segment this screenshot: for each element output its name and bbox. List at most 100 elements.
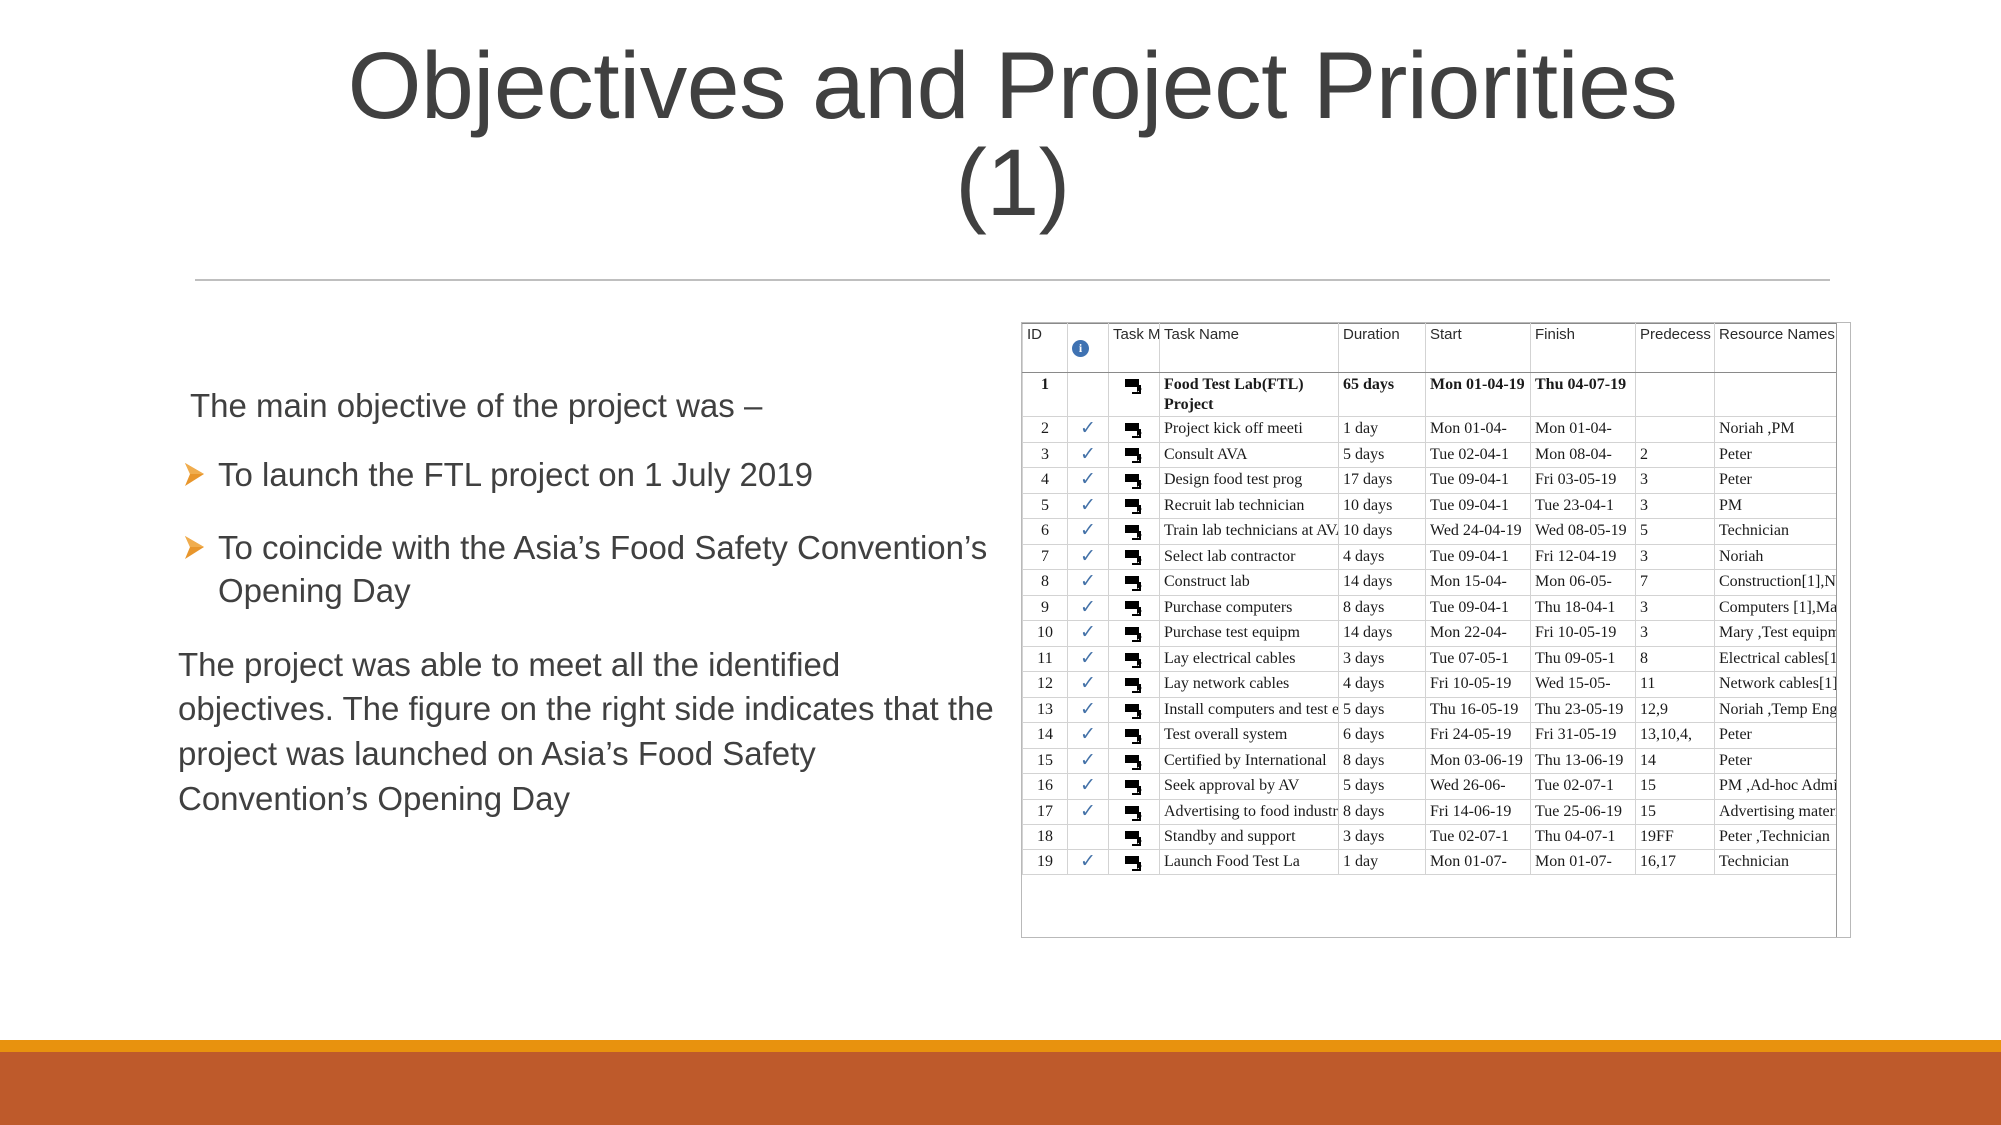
cell-indicator[interactable] (1067, 824, 1109, 850)
table-row[interactable]: 8 ✓ Construct lab 14 days Mon 15-04- Mon 06-0… (1022, 569, 1850, 596)
cell-task-mode[interactable] (1108, 543, 1160, 571)
cell-task-mode[interactable] (1108, 569, 1160, 596)
cell-task-mode[interactable] (1108, 371, 1160, 418)
table-row[interactable]: 18 Standby and support 3 days Tue 02-07-1 Th… (1022, 824, 1850, 850)
cell-start: Mon 01-04- (1425, 416, 1531, 443)
auto-schedule-icon (1124, 855, 1144, 871)
cell-duration: 17 days (1338, 467, 1426, 494)
column-header-duration[interactable]: Duration (1338, 323, 1426, 373)
cell-id: 12 (1022, 671, 1068, 698)
cell-indicator[interactable]: ✓ (1067, 492, 1109, 520)
title-divider (195, 279, 1830, 281)
cell-resource-names: Network cables[1],Nor (1714, 671, 1850, 698)
cell-indicator[interactable]: ✓ (1067, 848, 1109, 876)
table-row[interactable]: 15 ✓ Certified by International 8 days Mon 0… (1022, 747, 1850, 775)
column-header-task-mode[interactable]: Task Mode (1108, 323, 1160, 373)
cell-task-mode[interactable] (1108, 441, 1160, 469)
bullet-item-2: To coincide with the Asia’s Food Safety … (178, 527, 998, 613)
cell-indicator[interactable]: ✓ (1067, 518, 1109, 545)
cell-indicator[interactable]: ✓ (1067, 467, 1109, 494)
cell-task-name: Standby and support (1159, 824, 1339, 850)
cell-start: Mon 22-04- (1425, 620, 1531, 647)
cell-resource-names: Peter (1714, 722, 1850, 749)
cell-task-mode[interactable] (1108, 773, 1160, 800)
cell-start: Tue 09-04-1 (1425, 543, 1531, 571)
table-row[interactable]: 19 ✓ Launch Food Test La 1 day Mon 01-07- Mon… (1022, 848, 1850, 876)
table-row[interactable]: 4 ✓ Design food test prog 17 days Tue 09-04-… (1022, 467, 1850, 494)
table-row[interactable]: 10 ✓ Purchase test equipm 14 days Mon 22-04-… (1022, 620, 1850, 647)
table-row[interactable]: 14 ✓ Test overall system 6 days Fri 24-05-19… (1022, 722, 1850, 749)
cell-task-mode[interactable] (1108, 518, 1160, 545)
table-row[interactable]: 2 ✓ Project kick off meeti 1 day Mon 01-04- M… (1022, 416, 1850, 443)
footer-accent-band (0, 1040, 2001, 1052)
cell-indicator[interactable]: ✓ (1067, 441, 1109, 469)
check-icon: ✓ (1080, 544, 1096, 567)
cell-indicator[interactable]: ✓ (1067, 671, 1109, 698)
cell-task-mode[interactable] (1108, 467, 1160, 494)
cell-task-mode[interactable] (1108, 620, 1160, 647)
cell-indicator[interactable]: ✓ (1067, 620, 1109, 647)
cell-indicator[interactable]: ✓ (1067, 416, 1109, 443)
cell-indicator[interactable]: ✓ (1067, 569, 1109, 596)
cell-task-mode[interactable] (1108, 671, 1160, 698)
table-row[interactable]: 16 ✓ Seek approval by AV 5 days Wed 26-06- Tu… (1022, 773, 1850, 800)
cell-task-mode[interactable] (1108, 416, 1160, 443)
cell-start: Fri 24-05-19 (1425, 722, 1531, 749)
cell-duration: 14 days (1338, 569, 1426, 596)
cell-task-name: Project kick off meeti (1159, 416, 1339, 443)
table-row[interactable]: 12 ✓ Lay network cables 4 days Fri 10-05-19 W… (1022, 671, 1850, 698)
table-row[interactable]: 6 ✓ Train lab technicians at AVA 10 days Wed… (1022, 518, 1850, 545)
column-header-task-name[interactable]: Task Name (1159, 323, 1339, 373)
cell-indicator[interactable]: ✓ (1067, 773, 1109, 800)
cell-task-mode[interactable] (1108, 645, 1160, 673)
cell-task-mode[interactable] (1108, 594, 1160, 622)
cell-resource-names: Peter (1714, 467, 1850, 494)
cell-task-name: Lay electrical cables (1159, 645, 1339, 673)
table-row[interactable]: 11 ✓ Lay electrical cables 3 days Tue 07-05-… (1022, 645, 1850, 673)
cell-start: Fri 10-05-19 (1425, 671, 1531, 698)
table-row[interactable]: 3 ✓ Consult AVA 5 days Tue 02-04-1 Mon 08-04-… (1022, 441, 1850, 469)
cell-duration: 5 days (1338, 696, 1426, 724)
footer-band (0, 1052, 2001, 1125)
cell-task-mode[interactable] (1108, 848, 1160, 876)
cell-task-mode[interactable] (1108, 696, 1160, 724)
cell-task-name: Design food test prog (1159, 467, 1339, 494)
table-row[interactable]: 17 ✓ Advertising to food industry 8 days Fri… (1022, 798, 1850, 826)
page-title-line-1: Objectives and Project Priorities (347, 33, 1678, 139)
cell-indicator[interactable]: ✓ (1067, 543, 1109, 571)
cell-indicator[interactable]: ✓ (1067, 696, 1109, 724)
table-row[interactable]: 5 ✓ Recruit lab technician 10 days Tue 09-04… (1022, 492, 1850, 520)
cell-task-mode[interactable] (1108, 747, 1160, 775)
table-row[interactable]: 9 ✓ Purchase computers 8 days Tue 09-04-1 Thu… (1022, 594, 1850, 622)
column-header-finish[interactable]: Finish (1530, 323, 1636, 373)
column-header-start[interactable]: Start (1425, 323, 1531, 373)
cell-task-mode[interactable] (1108, 798, 1160, 826)
cell-indicator[interactable]: ✓ (1067, 594, 1109, 622)
cell-resource-names: Technician (1714, 518, 1850, 545)
column-header-predecessors[interactable]: Predecess (1635, 323, 1715, 373)
cell-task-mode[interactable] (1108, 824, 1160, 850)
cell-resource-names: Construction[1],Noriah (1714, 569, 1850, 596)
column-header-id[interactable]: ID (1022, 323, 1068, 373)
cell-task-name: Test overall system (1159, 722, 1339, 749)
column-header-resource-names[interactable]: Resource Names (1714, 323, 1850, 373)
table-row[interactable]: 7 ✓ Select lab contractor 4 days Tue 09-04-1… (1022, 543, 1850, 571)
auto-schedule-icon (1124, 703, 1144, 719)
cell-task-mode[interactable] (1108, 492, 1160, 520)
cell-finish: Wed 15-05- (1530, 671, 1636, 698)
cell-indicator[interactable] (1067, 371, 1109, 418)
column-header-indicators[interactable]: i (1067, 323, 1109, 373)
cell-id: 17 (1022, 798, 1068, 826)
cell-task-mode[interactable] (1108, 722, 1160, 749)
cell-indicator[interactable]: ✓ (1067, 645, 1109, 673)
cell-indicator[interactable]: ✓ (1067, 722, 1109, 749)
intro-text: The main objective of the project was – (190, 387, 763, 424)
table-row[interactable]: 1 Food Test Lab(FTL) Project 65 days Mon 01… (1022, 371, 1850, 418)
table-row[interactable]: 13 ✓ Install computers and test equipment5… (1022, 696, 1850, 724)
cell-indicator[interactable]: ✓ (1067, 747, 1109, 775)
gantt-chart-pane-edge (1836, 323, 1850, 937)
cell-indicator[interactable]: ✓ (1067, 798, 1109, 826)
auto-schedule-icon (1124, 499, 1144, 515)
page-title-line-2: (1) (955, 129, 1070, 236)
bullet-item-1-label: To launch the FTL project on 1 July 2019 (218, 455, 813, 493)
